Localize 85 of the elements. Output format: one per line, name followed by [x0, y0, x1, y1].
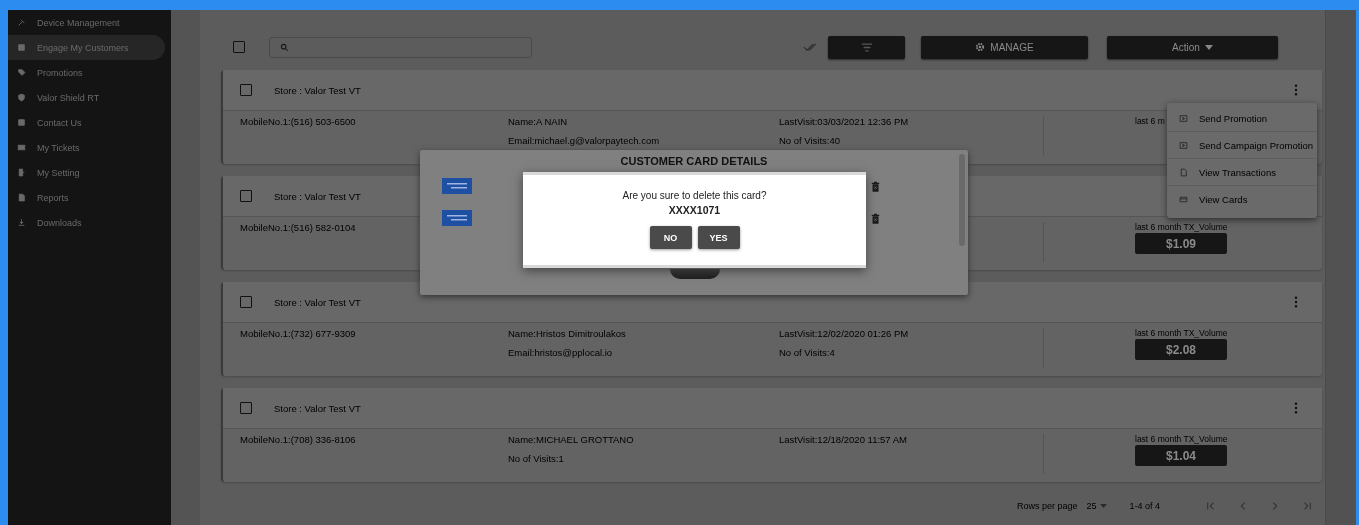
store-label: Store : Valor Test VT	[274, 190, 361, 202]
volume-amount: $1.09	[1135, 233, 1227, 254]
more-icon[interactable]	[1294, 402, 1298, 414]
store-label: Store : Valor Test VT	[274, 84, 361, 96]
delete-icon[interactable]	[871, 180, 880, 192]
filter-button[interactable]	[828, 35, 905, 59]
more-icon[interactable]	[1294, 84, 1298, 96]
card-checkbox[interactable]	[240, 402, 252, 414]
document-icon	[17, 193, 26, 202]
phone-icon	[17, 168, 26, 177]
volume-label: last 6 m	[1135, 116, 1165, 126]
yes-button[interactable]: YES	[697, 226, 740, 249]
download-icon	[17, 218, 26, 227]
volume-amount: $1.04	[1135, 445, 1227, 466]
volume-label: last 6 month TX_Volume	[1135, 328, 1228, 338]
sidebar-item[interactable]: My Tickets	[8, 135, 165, 160]
volume-amount: $2.08	[1135, 339, 1227, 360]
caret-icon	[1204, 44, 1213, 50]
customer-detail: Name:Hristos Dimitroulakos	[508, 328, 627, 340]
page-range: 1-4 of 4	[1129, 501, 1160, 511]
card-checkbox[interactable]	[240, 296, 252, 308]
sidebar-item[interactable]: Promotions	[8, 60, 165, 85]
no-button[interactable]: NO	[649, 226, 692, 249]
menu-item[interactable]: View Cards	[1167, 186, 1317, 212]
volume-label: last 6 month TX_Volume	[1135, 222, 1228, 232]
tools-icon	[17, 18, 26, 27]
confirm-message: Are you sure to delete this card?	[622, 190, 767, 201]
customer-detail: Name:A NAIN	[508, 116, 569, 128]
mobile-number: MobileNo.1:(516) 582-0104	[240, 222, 357, 234]
sidebar-item[interactable]: Downloads	[8, 210, 165, 235]
card-checkbox[interactable]	[240, 190, 252, 202]
manage-button[interactable]: MANAGE	[921, 35, 1088, 59]
next-page-icon[interactable]	[1270, 501, 1280, 511]
menu-item[interactable]: Send Campaign Promotion	[1167, 132, 1317, 159]
tag-icon	[17, 68, 26, 77]
customer-detail: Name:MICHAEL GROTTANO	[508, 434, 635, 446]
store-label: Store : Valor Test VT	[274, 296, 361, 308]
search-icon	[280, 42, 289, 52]
search-field[interactable]	[269, 36, 532, 58]
select-all-checkbox[interactable]	[233, 41, 245, 53]
store-label: Store : Valor Test VT	[274, 402, 361, 414]
visit-detail: LastVisit:12/18/2020 11:57 AM	[779, 434, 908, 446]
card-number: XXXX1071	[668, 204, 721, 216]
rows-per-page-label: Rows per page	[1016, 501, 1078, 511]
card-icon	[1179, 194, 1188, 204]
shield-icon	[17, 93, 26, 102]
double-check-icon[interactable]	[803, 42, 819, 52]
sidebar-item[interactable]: Contact Us	[8, 110, 165, 135]
sidebar-item[interactable]: My Setting	[8, 160, 165, 185]
first-page-icon[interactable]	[1206, 501, 1216, 511]
play-box-icon	[1179, 140, 1188, 150]
mobile-number: MobileNo.1:(708) 336-8106	[240, 434, 357, 446]
ticket-icon	[17, 143, 26, 152]
dialog-button[interactable]	[670, 269, 720, 279]
visit-detail: No of Visits:4	[779, 347, 836, 359]
action-button[interactable]: Action	[1107, 35, 1278, 59]
mobile-number: MobileNo.1:(516) 503-6500	[240, 116, 357, 128]
previous-page-icon[interactable]	[1238, 501, 1248, 511]
visit-detail: No of Visits:40	[779, 135, 842, 147]
mobile-number: MobileNo.1:(732) 677-9309	[240, 328, 357, 340]
sidebar-item[interactable]: Valor Shield RT	[8, 85, 165, 110]
sidebar-item[interactable]: Reports	[8, 185, 165, 210]
sidebar-item[interactable]: Device Management	[8, 10, 165, 35]
play-box-icon	[1179, 113, 1188, 123]
filter-icon	[860, 42, 873, 52]
document-icon	[1179, 167, 1188, 177]
sidebar-item[interactable]: Engage My Customers	[8, 35, 165, 60]
card-checkbox[interactable]	[240, 84, 252, 96]
customer-detail: Email:michael.g@valorpaytech.com	[508, 135, 661, 147]
dialog-title: CUSTOMER CARD DETAILS	[619, 154, 769, 169]
last-page-icon[interactable]	[1302, 501, 1312, 511]
visit-detail: LastVisit:12/02/2020 01:26 PM	[779, 328, 910, 340]
more-icon[interactable]	[1294, 296, 1298, 308]
menu-item[interactable]: Send Promotion	[1167, 105, 1317, 132]
customer-detail: Email:hristos@pplocal.io	[508, 347, 614, 359]
gear-icon	[975, 42, 986, 52]
menu-item[interactable]: View Transactions	[1167, 159, 1317, 186]
customer-detail: No of Visits:1	[508, 453, 565, 465]
amex-card-icon	[442, 178, 472, 194]
caret-icon	[1100, 504, 1108, 508]
delete-icon[interactable]	[871, 212, 880, 224]
rows-per-page-select[interactable]: 25	[1086, 501, 1108, 511]
volume-label: last 6 month TX_Volume	[1135, 434, 1228, 444]
amex-card-icon	[442, 210, 472, 226]
visit-detail: LastVisit:03/03/2021 12:36 PM	[779, 116, 910, 128]
